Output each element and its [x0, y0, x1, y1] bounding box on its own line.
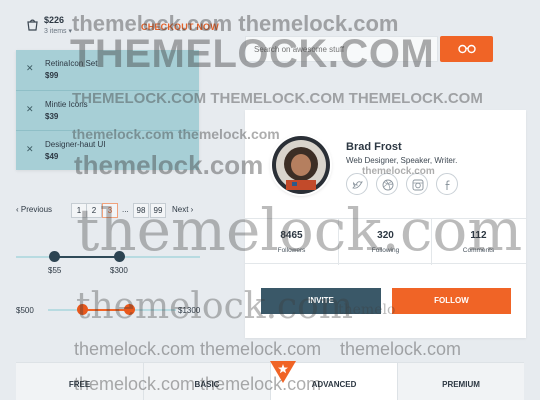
watermark-text: themelock.com	[340, 339, 462, 359]
watermark-text: themelock.com themelock.com	[74, 339, 322, 359]
page-link[interactable]: 99	[150, 203, 166, 218]
page-link[interactable]: 1	[71, 203, 87, 218]
search-button[interactable]	[440, 36, 493, 62]
twitter-icon[interactable]	[346, 173, 368, 195]
profile-role: Web Designer, Speaker, Writer.	[346, 156, 458, 165]
tab-basic[interactable]: BASIC	[143, 363, 270, 400]
price-slider-max-label: $1300	[178, 306, 201, 315]
dribbble-icon[interactable]	[376, 173, 398, 195]
range-slider-handle-min[interactable]	[49, 251, 60, 262]
range-slider-handle-max[interactable]	[114, 251, 125, 262]
stat-label: Comments	[462, 247, 495, 254]
stat-label: Followers	[277, 247, 306, 254]
page-link[interactable]: 98	[133, 203, 149, 218]
range-slider-fill	[55, 256, 120, 258]
follow-button[interactable]: FOLLOW	[392, 288, 511, 314]
page-link-active[interactable]: 3	[102, 203, 118, 218]
facebook-icon[interactable]	[436, 173, 458, 195]
tab-free[interactable]: FREE	[16, 363, 143, 400]
stat-followers[interactable]: 8465 Followers	[245, 219, 338, 265]
cart-dropdown: ✕ RetinaIcon Set $99 ✕ Mintie Icons $39 …	[16, 50, 199, 170]
cart-item-count[interactable]: 3 items ▾	[44, 27, 72, 35]
cart-item-name: RetinaIcon Set	[45, 59, 98, 68]
instagram-icon[interactable]	[406, 173, 428, 195]
remove-item-icon[interactable]: ✕	[26, 63, 34, 74]
astronaut-avatar-image	[272, 136, 330, 194]
remove-item-icon[interactable]: ✕	[26, 144, 34, 155]
cart-item-price: $49	[45, 152, 59, 161]
avatar	[272, 136, 330, 194]
price-slider-min-label: $500	[16, 306, 34, 315]
cart-item-price: $99	[45, 71, 59, 80]
cart-total: $226	[44, 15, 65, 25]
cart-item: ✕ Mintie Icons $39	[16, 90, 199, 130]
profile-stats: 8465 Followers 320 Following 112 Comment…	[245, 218, 526, 265]
pagination-next[interactable]: Next ›	[172, 205, 193, 214]
stat-value: 320	[377, 230, 394, 241]
checkout-button[interactable]: CHECKOUT NOW	[116, 18, 244, 36]
stat-value: 8465	[280, 230, 303, 241]
page-link[interactable]: 2	[86, 203, 102, 218]
price-slider-fill	[82, 309, 130, 311]
cart-item-price: $39	[45, 112, 59, 121]
stat-comments[interactable]: 112 Comments	[431, 219, 524, 265]
range-slider-min-label: $55	[48, 266, 62, 275]
invite-button[interactable]: INVITE	[261, 288, 381, 314]
profile-name: Brad Frost	[346, 141, 402, 153]
price-slider-handle-max[interactable]	[124, 304, 135, 315]
stat-value: 112	[470, 230, 487, 241]
cart-item: ✕ Designer-haut UI $49	[16, 130, 199, 170]
cart-item-name: Designer-haut UI	[45, 140, 106, 149]
price-slider-handle-min[interactable]	[77, 304, 88, 315]
range-slider-max-label: $300	[110, 266, 128, 275]
glasses-icon	[458, 44, 476, 54]
pagination-ellipsis: ...	[122, 205, 129, 214]
search-box	[245, 36, 438, 62]
remove-item-icon[interactable]: ✕	[26, 104, 34, 115]
cart-item-name: Mintie Icons	[45, 100, 88, 109]
cart-bar[interactable]: $226 3 items ▾ CHECKOUT NOW	[16, 12, 219, 40]
pagination-previous[interactable]: ‹ Previous	[16, 205, 52, 214]
shopping-bag-icon	[27, 19, 38, 31]
star-badge-icon	[270, 361, 296, 383]
stat-label: Following	[371, 247, 400, 254]
search-input[interactable]	[254, 41, 432, 57]
tab-premium[interactable]: PREMIUM	[397, 363, 524, 400]
stat-following[interactable]: 320 Following	[338, 219, 431, 265]
cart-item: ✕ RetinaIcon Set $99	[16, 50, 199, 90]
